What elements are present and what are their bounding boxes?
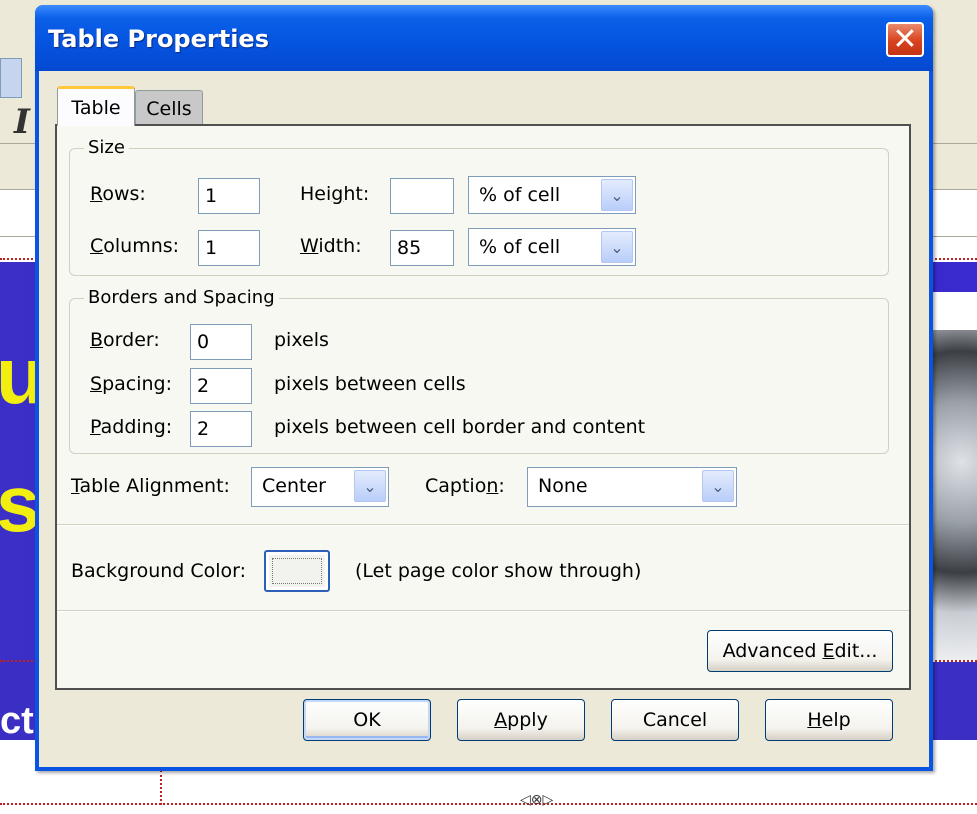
border-unit-label: pixels — [274, 329, 329, 351]
background-color-hint: (Let page color show through) — [355, 560, 642, 582]
table-properties-dialog: Table Properties ✕ Table Cells Size Rows… — [35, 5, 933, 771]
width-label: Width: — [300, 235, 362, 257]
width-input[interactable]: 85 — [390, 230, 454, 266]
dialog-body: Table Cells Size Rows: 1 Columns: 1 Heig… — [39, 71, 929, 767]
size-group-title: Size — [84, 137, 129, 158]
cancel-button[interactable]: Cancel — [611, 699, 739, 741]
separator — [57, 610, 909, 612]
advanced-edit-label: Advanced Edit... — [722, 640, 878, 662]
tab-label: Cells — [146, 97, 192, 120]
close-icon: ✕ — [892, 22, 918, 57]
width-unit-value: % of cell — [479, 236, 561, 258]
cancel-label: Cancel — [642, 709, 708, 731]
tab-table[interactable]: Table — [57, 86, 135, 126]
help-label: Help — [807, 709, 851, 731]
cell-border-marker — [160, 770, 162, 805]
color-swatch — [272, 558, 322, 584]
italic-icon[interactable]: I — [14, 102, 30, 142]
padding-input[interactable]: 2 — [190, 411, 252, 447]
chevron-down-icon[interactable]: ⌄ — [354, 470, 386, 502]
ok-button[interactable]: OK — [303, 699, 431, 741]
tab-label: Table — [71, 96, 121, 119]
dialog-title: Table Properties — [48, 25, 269, 53]
apply-label: Apply — [494, 709, 548, 731]
table-alignment-label: Table Alignment: — [71, 475, 230, 497]
table-anchor-icon[interactable]: ◁⊗▷ — [520, 792, 553, 808]
spacing-label: Spacing: — [90, 373, 172, 395]
caption-value: None — [538, 475, 588, 497]
footer-text-fragment: ct — [0, 700, 34, 742]
padding-label: Padding: — [90, 416, 173, 438]
border-input[interactable]: 0 — [190, 324, 252, 360]
spacing-unit-label: pixels between cells — [274, 373, 466, 395]
table-alignment-value: Center — [262, 475, 326, 497]
width-unit-select[interactable]: % of cell ⌄ — [468, 228, 636, 266]
padding-unit-label: pixels between cell border and content — [274, 416, 646, 438]
height-unit-value: % of cell — [479, 184, 561, 206]
separator — [57, 524, 909, 526]
table-border-marker — [0, 803, 977, 805]
caption-select[interactable]: None ⌄ — [527, 467, 737, 507]
borders-group-title: Borders and Spacing — [84, 287, 279, 308]
background-color-button[interactable] — [264, 550, 330, 592]
border-label: Border: — [90, 329, 160, 351]
toolbar-button[interactable] — [0, 58, 22, 98]
height-label: Height: — [300, 183, 370, 205]
chevron-down-icon[interactable]: ⌄ — [601, 179, 633, 211]
size-group: Size Rows: 1 Columns: 1 Height: % of cel… — [69, 137, 889, 276]
spacing-input[interactable]: 2 — [190, 368, 252, 404]
height-unit-select[interactable]: % of cell ⌄ — [468, 176, 636, 214]
rows-input[interactable]: 1 — [198, 178, 260, 214]
rows-label: Rows: — [90, 183, 146, 205]
tab-cells[interactable]: Cells — [135, 90, 203, 126]
height-input[interactable] — [390, 178, 454, 214]
title-bar[interactable]: Table Properties ✕ — [35, 5, 933, 71]
chevron-down-icon[interactable]: ⌄ — [601, 231, 633, 263]
apply-button[interactable]: Apply — [457, 699, 585, 741]
advanced-edit-button[interactable]: Advanced Edit... — [707, 630, 893, 672]
columns-input[interactable]: 1 — [198, 230, 260, 266]
ok-label: OK — [353, 709, 381, 731]
table-tab-panel: Size Rows: 1 Columns: 1 Height: % of cel… — [55, 124, 911, 690]
help-button[interactable]: Help — [765, 699, 893, 741]
borders-spacing-group: Borders and Spacing Border: 0 pixels Spa… — [69, 287, 889, 454]
background-color-label: Background Color: — [71, 560, 247, 582]
columns-label: Columns: — [90, 235, 180, 257]
table-alignment-select[interactable]: Center ⌄ — [251, 467, 389, 507]
chevron-down-icon[interactable]: ⌄ — [702, 470, 734, 502]
caption-label: Caption: — [425, 475, 505, 497]
close-button[interactable]: ✕ — [886, 22, 924, 57]
